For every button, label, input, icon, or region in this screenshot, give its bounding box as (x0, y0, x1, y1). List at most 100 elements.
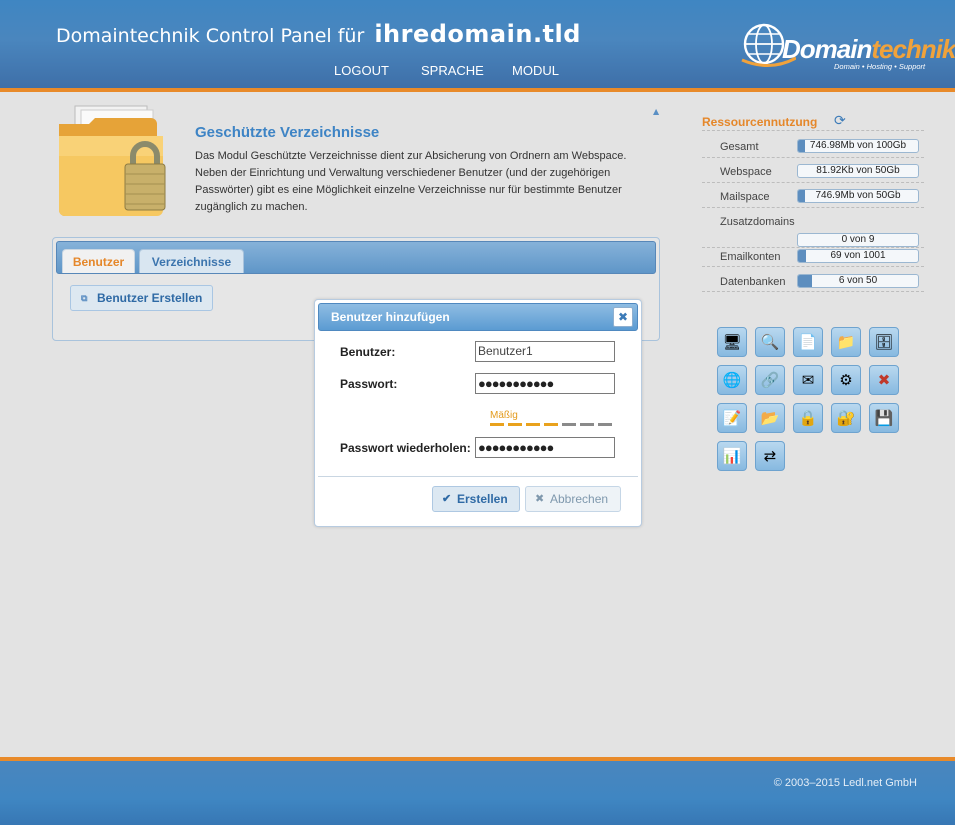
computer-icon-glyph: 🖥 (722, 333, 742, 351)
tab-verzeichnisse[interactable]: Verzeichnisse (139, 249, 244, 273)
mail-settings-icon-glyph: ⚙ (839, 371, 853, 389)
network-icon-glyph: 🔗 (760, 371, 780, 389)
add-user-dialog: Benutzer hinzufügen ✖ Benutzer: Benutzer… (314, 299, 642, 527)
nav-sprache[interactable]: SPRACHE (421, 63, 484, 78)
resource-label-gesamt: Gesamt (720, 141, 759, 153)
tools-icon-glyph: ✖ (877, 371, 891, 389)
lock-icon[interactable]: 🔐 (831, 403, 861, 433)
create-user-button[interactable]: ⧉ Benutzer Erstellen (70, 285, 213, 311)
strength-segment (526, 423, 540, 426)
resource-bar-gesamt: 746.98Mb von 100Gb (797, 139, 919, 153)
module-description: Das Modul Geschützte Verzeichnisse dient… (195, 150, 627, 213)
globe-icon-glyph: 🌐 (722, 371, 742, 389)
resources-title: Ressourcennutzung (702, 115, 818, 129)
close-icon[interactable]: ✖ (613, 307, 633, 327)
folder-settings-icon-glyph: 📂 (760, 409, 780, 427)
module-title: Geschützte Verzeichnisse (195, 124, 380, 141)
logo-wordmark-part1: Domain (782, 34, 872, 64)
notes-icon[interactable]: 📝 (717, 403, 747, 433)
tab-bar: Benutzer Verzeichnisse (56, 241, 656, 274)
mail-icon[interactable]: ✉ (793, 365, 823, 395)
cancel-button-label: Abbrechen (550, 492, 609, 506)
header-title: Domaintechnik Control Panel für ihredoma… (56, 20, 581, 48)
cancel-button[interactable]: ✖ Abbrechen (525, 486, 621, 512)
password-input[interactable]: ●●●●●●●●●●● (475, 373, 615, 394)
strength-segment (490, 423, 504, 426)
database-icon-glyph: 🗄 (874, 333, 894, 351)
footer: © 2003–2015 Ledl.net GmbH (0, 757, 955, 825)
mail-icon-glyph: ✉ (801, 371, 815, 389)
folder-icon[interactable]: 📁 (831, 327, 861, 357)
resource-value-datenbanken: 6 von 50 (838, 275, 878, 286)
notes-icon-glyph: 📝 (722, 409, 742, 427)
statistics-icon[interactable]: 📊 (717, 441, 747, 471)
check-icon: ✔ (442, 493, 452, 505)
resource-value-zusatzdomains: 0 von 9 (841, 234, 875, 245)
network-icon[interactable]: 🔗 (755, 365, 785, 395)
tools-icon[interactable]: ✖ (869, 365, 899, 395)
resources-divider (702, 130, 924, 131)
dialog-separator (318, 476, 638, 477)
folder-lock-icon[interactable]: 🔒 (793, 403, 823, 433)
header: Domaintechnik Control Panel für ihredoma… (0, 0, 955, 92)
resource-bar-datenbanken: 6 von 50 (797, 274, 919, 288)
strength-segment (544, 423, 558, 426)
strength-segment (508, 423, 522, 426)
resource-bar-mailspace: 746.9Mb von 50Gb (797, 189, 919, 203)
server-icon-glyph: 💾 (874, 409, 894, 427)
resource-bar-webspace: 81.92Kb von 50Gb (797, 164, 919, 178)
dialog-titlebar[interactable]: Benutzer hinzufügen ✖ (318, 303, 638, 331)
folder-lock-icon-glyph: 🔒 (798, 409, 818, 427)
transfer-icon-glyph: ⇄ (763, 447, 777, 465)
collapse-arrow-icon[interactable]: ▲ (653, 107, 659, 116)
password-repeat-label: Passwort wiederholen: (340, 441, 471, 455)
resource-divider (702, 247, 924, 248)
header-title-prefix: Domaintechnik Control Panel für (56, 25, 365, 47)
resource-value-mailspace: 746.9Mb von 50Gb (815, 190, 901, 201)
mail-settings-icon[interactable]: ⚙ (831, 365, 861, 395)
globe-icon[interactable]: 🌐 (717, 365, 747, 395)
domaintechnik-logo: Domaintechnik Domain • Hosting • Support (730, 20, 955, 76)
server-icon[interactable]: 💾 (869, 403, 899, 433)
create-user-button-label: Benutzer Erstellen (97, 291, 203, 305)
password-repeat-input[interactable]: ●●●●●●●●●●● (475, 437, 615, 458)
resource-divider (702, 182, 924, 183)
create-button[interactable]: ✔ Erstellen (432, 486, 520, 512)
resource-bar-zusatzdomains: 0 von 9 (797, 233, 919, 247)
strength-segment (562, 423, 576, 426)
dialog-title: Benutzer hinzufügen (331, 310, 450, 324)
cancel-x-icon: ✖ (535, 493, 545, 505)
strength-segment (580, 423, 594, 426)
database-icon[interactable]: 🗄 (869, 327, 899, 357)
document-icon-glyph: 📄 (798, 333, 818, 351)
resource-label-webspace: Webspace (720, 166, 772, 178)
tab-benutzer[interactable]: Benutzer (62, 249, 135, 273)
logo-wordmark-part2: technik (871, 34, 955, 64)
create-button-label: Erstellen (457, 492, 508, 506)
main-nav: LOGOUT SPRACHE MODUL (0, 63, 700, 83)
transfer-icon[interactable]: ⇄ (755, 441, 785, 471)
resource-label-mailspace: Mailspace (720, 191, 770, 203)
logo-wordmark: Domaintechnik (782, 34, 955, 65)
resource-bar-emailkonten: 69 von 1001 (797, 249, 919, 263)
lock-icon-glyph: 🔐 (836, 409, 856, 427)
search-icon[interactable]: 🔍 (755, 327, 785, 357)
folder-lock-large-icon (59, 105, 166, 216)
statistics-icon-glyph: 📊 (722, 447, 742, 465)
nav-modul[interactable]: MODUL (512, 63, 559, 78)
folder-settings-icon[interactable]: 📂 (755, 403, 785, 433)
user-input[interactable]: Benutzer1 (475, 341, 615, 362)
strength-segment (598, 423, 612, 426)
resource-label-zusatzdomains: Zusatzdomains (720, 216, 795, 228)
resource-value-webspace: 81.92Kb von 50Gb (816, 165, 900, 176)
search-icon-glyph: 🔍 (760, 333, 780, 351)
new-window-icon: ⧉ (81, 293, 88, 303)
computer-icon[interactable]: 🖥 (717, 327, 747, 357)
nav-logout[interactable]: LOGOUT (334, 63, 389, 78)
resource-divider (702, 266, 924, 267)
user-label: Benutzer: (340, 345, 396, 359)
document-icon[interactable]: 📄 (793, 327, 823, 357)
header-domain: ihredomain.tld (374, 20, 581, 48)
resource-value-emailkonten: 69 von 1001 (830, 250, 886, 261)
refresh-icon[interactable]: ⟳ (834, 113, 846, 129)
